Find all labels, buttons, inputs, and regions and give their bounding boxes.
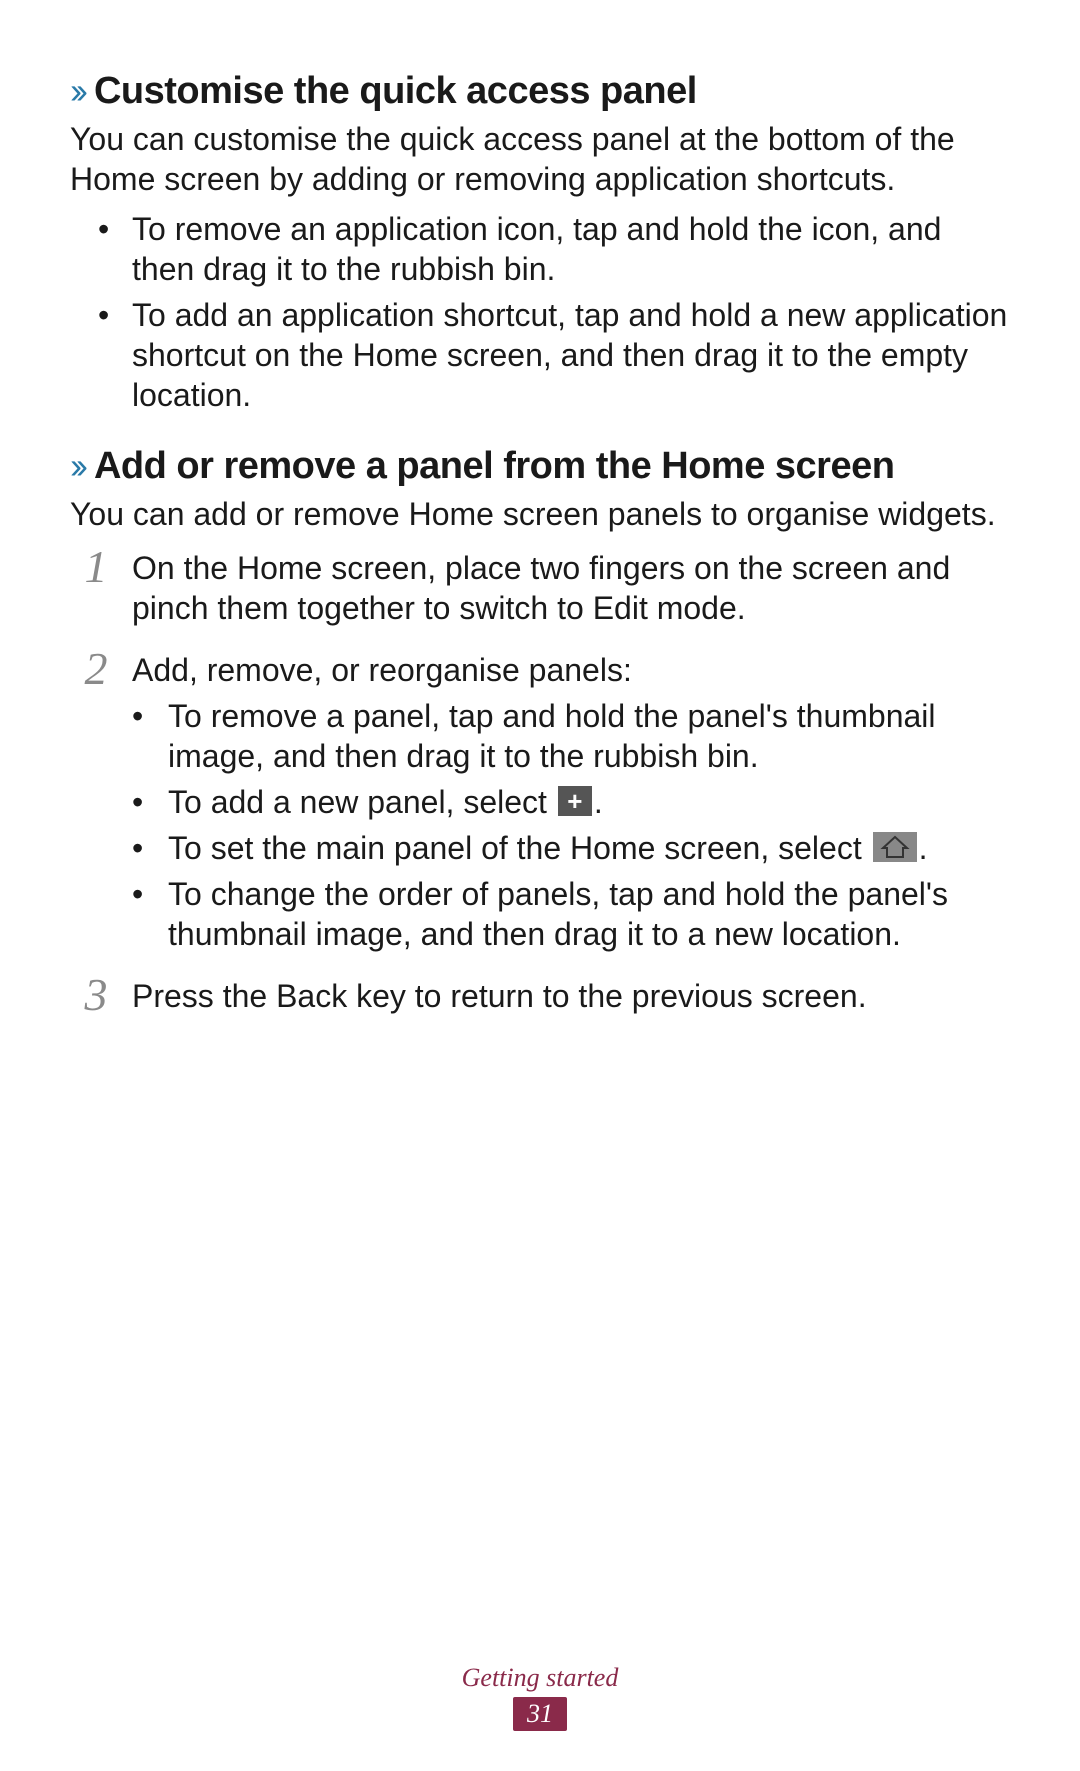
section-intro: You can add or remove Home screen panels… (70, 494, 1010, 534)
home-icon (873, 832, 917, 862)
list-item: To remove an application icon, tap and h… (70, 209, 1010, 289)
list-item-text: . (919, 830, 928, 866)
list-item: To add an application shortcut, tap and … (70, 295, 1010, 415)
section-intro: You can customise the quick access panel… (70, 119, 1010, 199)
chevron-icon: ›› (70, 445, 82, 487)
plus-icon (558, 786, 592, 816)
step-item: 3 Press the Back key to return to the pr… (70, 976, 1010, 1016)
page-footer: Getting started 31 (0, 1663, 1080, 1731)
list-item-text: . (594, 784, 603, 820)
chevron-icon: ›› (70, 70, 82, 112)
step-number: 3 (70, 966, 122, 1024)
list-item-text: To add a new panel, select (168, 784, 556, 820)
numbered-steps: 1 On the Home screen, place two fingers … (70, 548, 1010, 1016)
bullet-list: To remove an application icon, tap and h… (70, 209, 1010, 415)
section-title-text: Add or remove a panel from the Home scre… (94, 445, 894, 488)
step-text: Add, remove, or reorganise panels: (132, 652, 632, 688)
document-page: ›› Customise the quick access panel You … (0, 0, 1080, 1771)
list-item: To set the main panel of the Home screen… (132, 828, 1010, 868)
section-heading-customise: ›› Customise the quick access panel (70, 70, 1010, 113)
step-item: 1 On the Home screen, place two fingers … (70, 548, 1010, 628)
page-number-badge: 31 (513, 1697, 567, 1731)
list-item: To change the order of panels, tap and h… (132, 874, 1010, 954)
step-number: 1 (70, 538, 122, 596)
step-text: Press the Back key to return to the prev… (132, 978, 867, 1014)
sub-bullet-list: To remove a panel, tap and hold the pane… (132, 696, 1010, 954)
step-text: On the Home screen, place two fingers on… (132, 550, 950, 626)
footer-section-label: Getting started (0, 1663, 1080, 1693)
step-number: 2 (70, 640, 122, 698)
list-item: To remove a panel, tap and hold the pane… (132, 696, 1010, 776)
section-title-text: Customise the quick access panel (94, 70, 697, 113)
section-heading-addremove: ›› Add or remove a panel from the Home s… (70, 445, 1010, 488)
list-item-text: To set the main panel of the Home screen… (168, 830, 871, 866)
list-item: To add a new panel, select . (132, 782, 1010, 822)
step-item: 2 Add, remove, or reorganise panels: To … (70, 650, 1010, 954)
